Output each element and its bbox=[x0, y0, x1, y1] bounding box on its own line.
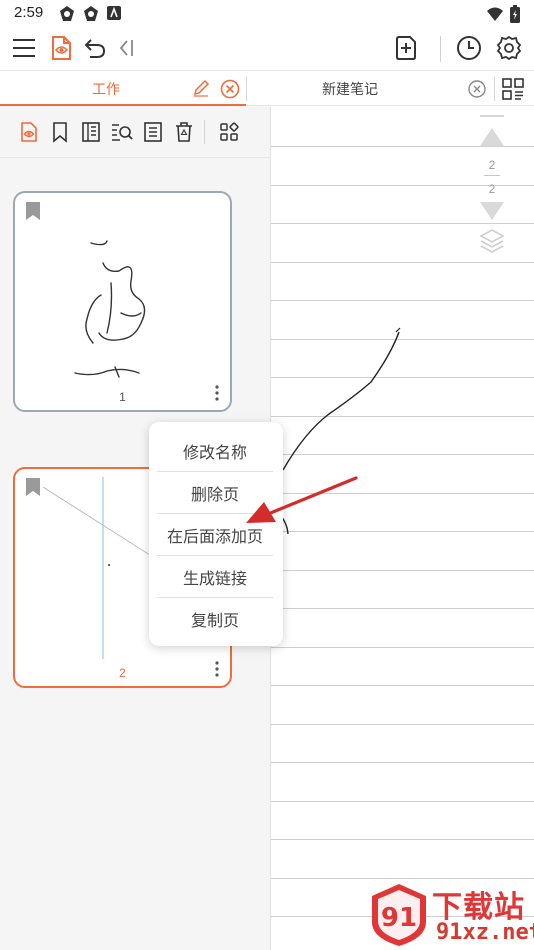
annotation-arrow bbox=[246, 476, 358, 523]
history-button[interactable] bbox=[454, 33, 484, 63]
clock-icon bbox=[457, 36, 481, 60]
menu-generate-link[interactable]: 生成链接 bbox=[157, 556, 273, 597]
app-notification-icon bbox=[107, 6, 121, 20]
page-list-icon[interactable] bbox=[142, 121, 164, 143]
page-thumbnail-1[interactable]: 1 bbox=[13, 191, 232, 412]
menu-rename[interactable]: 修改名称 bbox=[157, 430, 273, 471]
more-vertical-icon[interactable] bbox=[214, 660, 220, 678]
more-vertical-icon[interactable] bbox=[214, 384, 220, 402]
menu-button[interactable] bbox=[9, 33, 39, 63]
grid-view-icon[interactable] bbox=[218, 121, 240, 143]
undo-button[interactable] bbox=[80, 33, 110, 63]
outline-icon[interactable] bbox=[80, 121, 102, 143]
bookmark-icon[interactable] bbox=[49, 121, 71, 143]
read-mode-button[interactable] bbox=[46, 33, 76, 63]
hamburger-menu-icon bbox=[13, 39, 35, 57]
system-icons bbox=[486, 5, 520, 23]
notification-icons bbox=[58, 5, 122, 23]
tab-work[interactable]: 工作 bbox=[0, 71, 246, 106]
watermark-url: 91xz.net bbox=[436, 920, 534, 945]
add-page-button[interactable] bbox=[391, 33, 421, 63]
tab-new-note[interactable]: 新建笔记 bbox=[322, 79, 378, 99]
page-up-icon[interactable] bbox=[479, 112, 505, 152]
pager-current: 2 bbox=[488, 158, 496, 172]
watermark-logo: 91 bbox=[372, 884, 426, 946]
bookmark-icon[interactable] bbox=[25, 201, 41, 221]
menu-copy-page[interactable]: 复制页 bbox=[157, 598, 273, 639]
settings-button[interactable] bbox=[494, 33, 524, 63]
collapse-button[interactable] bbox=[112, 33, 142, 63]
gear-icon bbox=[496, 35, 522, 61]
app-notification-icon bbox=[84, 6, 98, 21]
battery-icon bbox=[510, 5, 520, 23]
layers-icon[interactable] bbox=[480, 228, 504, 254]
bookmark-icon[interactable] bbox=[25, 477, 41, 497]
svg-text:91: 91 bbox=[381, 903, 417, 933]
app-toolbar bbox=[0, 28, 534, 70]
page-number: 1 bbox=[119, 390, 126, 404]
page-context-menu: 修改名称 删除页 在后面添加页 生成链接 复制页 bbox=[149, 422, 283, 646]
tab-work-label: 工作 bbox=[92, 82, 120, 98]
page-down-icon[interactable] bbox=[479, 200, 505, 220]
app-notification-icon bbox=[60, 6, 74, 21]
grid-list-icon[interactable] bbox=[501, 77, 525, 101]
status-bar: 2:59 bbox=[0, 0, 534, 28]
page-thumbnail-drawing bbox=[43, 201, 203, 383]
search-list-icon[interactable] bbox=[111, 121, 133, 143]
undo-icon bbox=[84, 39, 106, 58]
recycle-bin-icon[interactable] bbox=[173, 121, 195, 143]
close-circle-icon[interactable] bbox=[467, 79, 487, 99]
page-navigator: 2 2 bbox=[475, 112, 509, 262]
sidebar-toolbar bbox=[0, 106, 271, 158]
add-page-icon bbox=[396, 36, 416, 60]
collapse-left-icon bbox=[119, 40, 133, 56]
pencil-icon[interactable] bbox=[192, 79, 210, 97]
watermark: 91 下载站 91xz.net bbox=[366, 880, 534, 950]
notebook-tabs: 工作 新建笔记 bbox=[0, 70, 534, 106]
page-number: 2 bbox=[119, 666, 126, 680]
eye-document-icon[interactable] bbox=[18, 121, 40, 143]
eye-document-icon bbox=[52, 36, 71, 60]
pager-total: 2 bbox=[488, 182, 496, 196]
close-circle-icon[interactable] bbox=[220, 79, 240, 99]
wifi-icon bbox=[487, 7, 503, 21]
status-time: 2:59 bbox=[14, 4, 44, 21]
